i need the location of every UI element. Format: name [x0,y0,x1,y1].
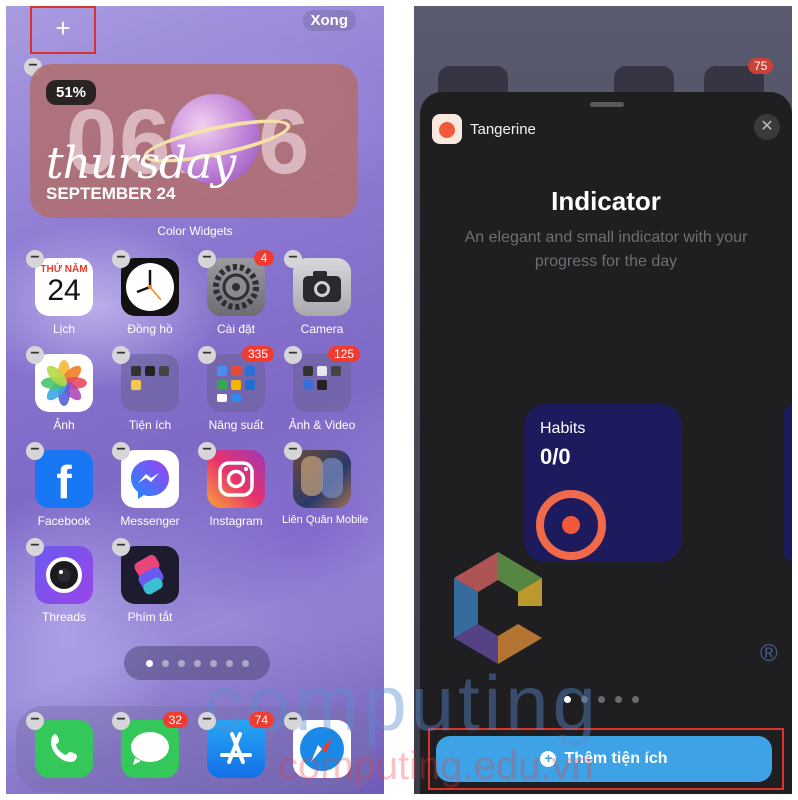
instagram-icon [207,450,265,508]
app-facebook[interactable]: − f Facebook [24,442,104,528]
folder-photo-video[interactable]: − 125 Ảnh & Video [282,346,362,432]
folder-productivity[interactable]: − 335 Năng suất [196,346,276,432]
app-label: Lịch [52,322,75,336]
app-photos[interactable]: − Ảnh [24,346,104,432]
remove-app-icon[interactable]: − [198,712,216,730]
facebook-icon: f [35,450,93,508]
remove-app-icon[interactable]: − [112,442,130,460]
phone-icon [35,720,93,778]
sheet-grabber[interactable] [590,102,624,107]
app-label: Facebook [37,514,91,528]
done-button[interactable]: Xong [302,10,356,31]
close-icon[interactable]: ✕ [754,114,780,140]
widget-day: thursday [46,138,236,189]
messages-icon [121,720,179,778]
settings-icon [207,258,265,316]
threads-icon [35,546,93,604]
dock-messages[interactable]: − 32 [110,712,190,778]
camera-icon [293,258,351,316]
app-label: Ảnh [53,418,75,432]
widget-caption: Color Widgets [157,224,233,238]
app-settings[interactable]: − 4 Cài đặt [196,250,276,336]
remove-app-icon[interactable]: − [198,442,216,460]
widget-date: SEPTEMBER 24 [46,184,176,203]
app-label: Phím tắt [127,610,173,624]
remove-app-icon[interactable]: − [26,346,44,364]
watermark-registered: ® [760,640,778,667]
app-instagram[interactable]: − Instagram [196,442,276,528]
app-label: Threads [41,610,87,624]
page-dot [193,659,201,667]
notification-badge: 75 [748,58,774,74]
page-dot [145,659,153,667]
calendar-icon: THỨ NĂM 24 [35,258,93,316]
remove-app-icon[interactable]: − [284,250,302,268]
app-label: Ảnh & Video [288,418,356,432]
widget-preview[interactable]: Habits 0/0 [524,404,682,562]
remove-app-icon[interactable]: − [198,250,216,268]
next-widget-preview[interactable] [784,404,792,562]
app-calendar[interactable]: − THỨ NĂM 24 Lịch [24,250,104,336]
app-label: Instagram [209,514,263,528]
app-label: Messenger [120,514,180,528]
sheet-app-header: Tangerine [432,114,536,144]
widget-title: Indicator [551,186,661,216]
watermark-logo [454,552,542,664]
clock-icon [121,258,179,316]
preview-title: Habits [540,420,586,437]
page-dot [632,696,639,703]
folder-icon [293,354,351,412]
tangerine-app-icon [432,114,462,144]
remove-app-icon[interactable]: − [26,712,44,730]
watermark-url: computing.edu.vn [278,744,594,788]
app-clock[interactable]: − Đồng hồ [110,250,190,336]
remove-app-icon[interactable]: − [26,442,44,460]
remove-app-icon[interactable]: − [284,442,302,460]
sheet-app-name: Tangerine [470,120,536,138]
remove-app-icon[interactable]: − [284,346,302,364]
app-label: Tiện ích [128,418,172,432]
calendar-date-number: 24 [47,274,81,307]
remove-app-icon[interactable]: − [26,538,44,556]
app-camera[interactable]: − Camera [282,250,362,336]
widget-description: An elegant and small indicator with your… [464,229,748,270]
color-widget[interactable]: 51% 06:36 thursday SEPTEMBER 24 [30,64,358,218]
app-label: Năng suất [208,418,264,432]
app-shortcuts[interactable]: − Phím tắt [110,538,190,624]
remove-app-icon[interactable]: − [284,712,302,730]
app-messenger[interactable]: − Messenger [110,442,190,528]
notification-badge: 125 [327,346,360,362]
folder-icon [121,354,179,412]
app-lien-quan[interactable]: − Liên Quân Mobile [282,442,369,527]
app-threads[interactable]: − Threads [24,538,104,624]
app-label: Liên Quân Mobile [282,514,369,526]
preview-count: 0/0 [540,444,571,469]
folder-utilities[interactable]: − Tiện ích [110,346,190,432]
notification-badge: 74 [248,712,274,728]
shortcuts-icon [121,546,179,604]
add-widget-plus-button[interactable]: + [30,6,96,54]
remove-app-icon[interactable]: − [198,346,216,364]
remove-app-icon[interactable]: − [26,250,44,268]
dock-phone[interactable]: − [24,712,104,778]
game-icon [293,450,351,508]
watermark-brand: computing [204,659,600,747]
photos-icon [35,354,93,412]
page-dot [161,659,169,667]
notification-badge: 32 [162,712,188,728]
notification-badge: 4 [254,250,274,266]
notification-badge: 335 [241,346,274,362]
page-dot [177,659,185,667]
folder-icon [207,354,265,412]
remove-app-icon[interactable]: − [112,346,130,364]
remove-app-icon[interactable]: − [112,538,130,556]
page-dot [615,696,622,703]
app-label: Đồng hồ [127,322,173,336]
remove-app-icon[interactable]: − [112,250,130,268]
app-label: Cài đặt [216,322,256,336]
remove-app-icon[interactable]: − [112,712,130,730]
messenger-icon [121,450,179,508]
app-label: Camera [300,322,344,336]
